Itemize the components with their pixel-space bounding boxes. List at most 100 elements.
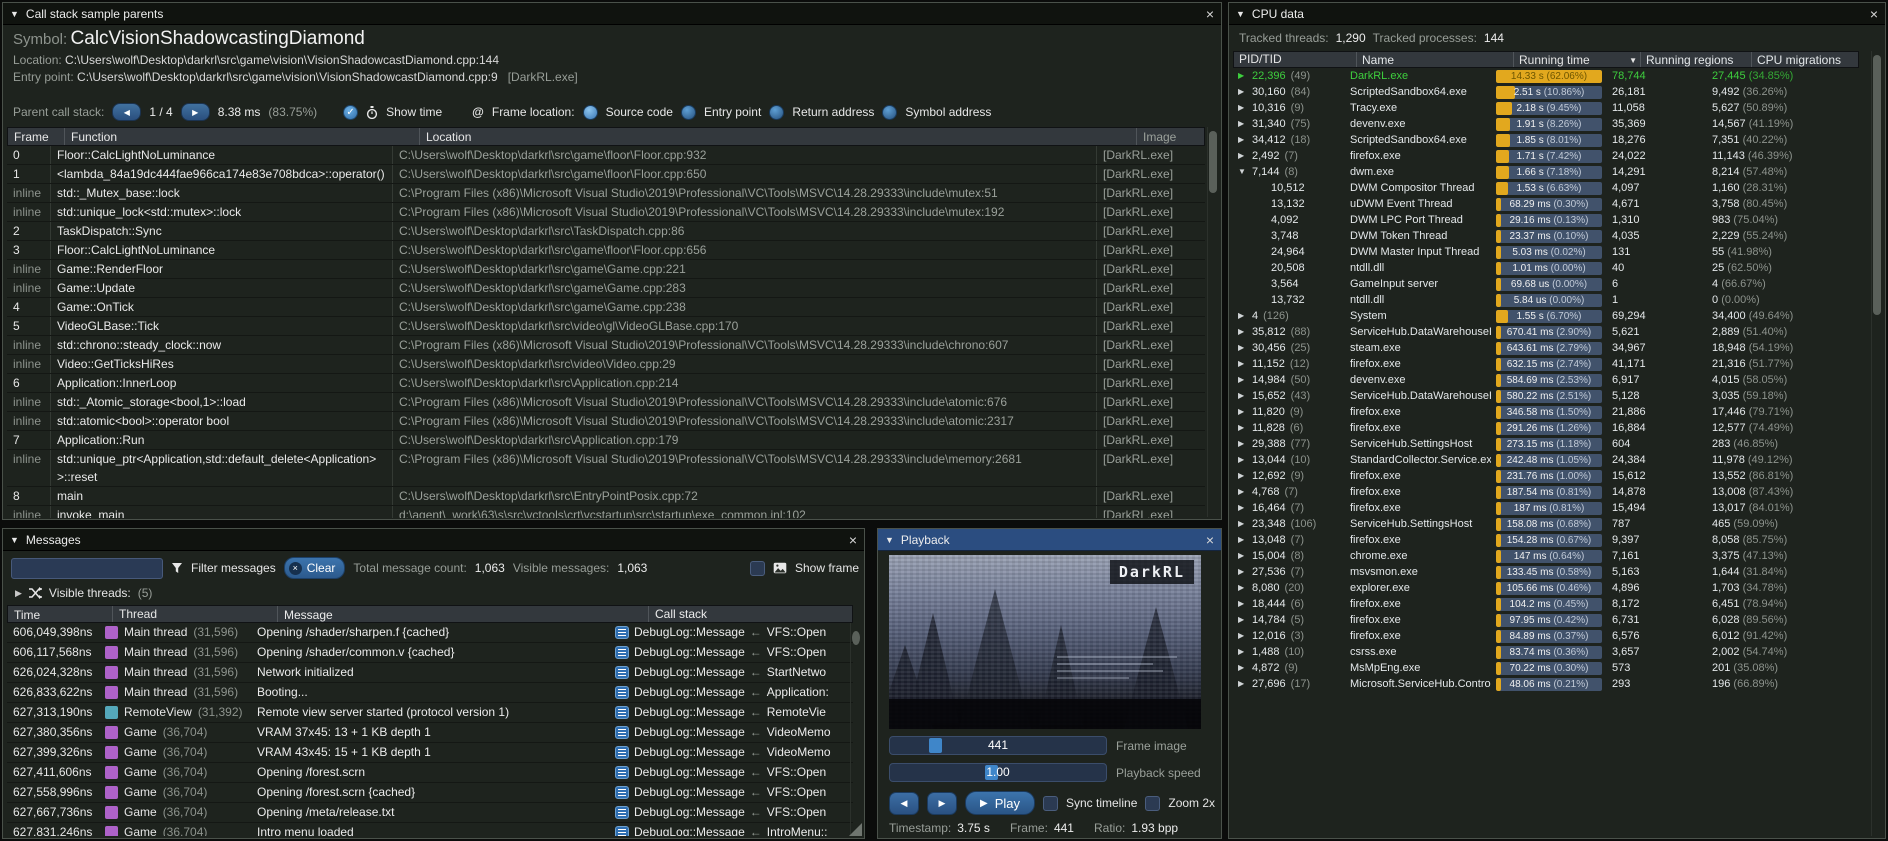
table-row[interactable]: 4Game::OnTickC:\Users\wolf\Desktop\darkr… [7, 298, 1205, 317]
callstack-scroll-thumb[interactable] [1209, 131, 1217, 193]
callstack-icon[interactable] [615, 626, 629, 639]
table-row[interactable]: 1<lambda_84a19dc444fae966ca174e83e708bdc… [7, 165, 1205, 184]
expand-icon[interactable]: ▶ [1238, 500, 1247, 516]
show-time-label[interactable]: Show time [386, 105, 442, 119]
process-row[interactable]: ▶8,080(20)explorer.exe105.66 ms (0.46%)4… [1233, 580, 1859, 596]
location-path[interactable]: C:\Users\wolf\Desktop\darkrl\src\game\vi… [65, 53, 499, 67]
zoom-2x-label[interactable]: Zoom 2x [1168, 796, 1215, 810]
callstack-icon[interactable] [615, 666, 629, 679]
expand-icon[interactable]: ▶ [1238, 660, 1247, 676]
process-row[interactable]: 10,512DWM Compositor Thread1.53 s (6.63%… [1233, 180, 1859, 196]
next-callstack-button[interactable]: ▶ [181, 103, 210, 121]
callstack-origin[interactable]: RemoteVie [767, 703, 826, 722]
callstack-entry[interactable]: DebugLog::Message [634, 703, 745, 722]
entry-point-path[interactable]: C:\Users\wolf\Desktop\darkrl\src\game\vi… [77, 70, 498, 84]
process-row[interactable]: ▶34,412(18)ScriptedSandbox64.exe1.85 s (… [1233, 132, 1859, 148]
collapse-icon[interactable]: ▼ [10, 9, 19, 19]
callstack-entry[interactable]: DebugLog::Message [634, 723, 745, 742]
speed-slider[interactable]: 1.00 [889, 763, 1107, 782]
process-row[interactable]: ▶35,812(88)ServiceHub.DataWarehouseHost.… [1233, 324, 1859, 340]
radio-return-address[interactable] [769, 105, 784, 120]
list-item[interactable]: 627,313,190nsRemoteView(31,392)Remote vi… [7, 703, 853, 723]
filter-input[interactable] [11, 558, 163, 579]
expand-icon[interactable]: ▶ [1238, 324, 1247, 340]
process-row[interactable]: ▶11,828(6)firefox.exe291.26 ms (1.26%)16… [1233, 420, 1859, 436]
expand-icon[interactable]: ▶ [1238, 100, 1247, 116]
process-row[interactable]: 24,964DWM Master Input Thread5.03 ms (0.… [1233, 244, 1859, 260]
expand-icon[interactable]: ▶ [1238, 564, 1247, 580]
callstack-icon[interactable] [615, 726, 629, 739]
list-item[interactable]: 627,831,246nsGame(36,704)Intro menu load… [7, 823, 853, 836]
expand-icon[interactable]: ▶ [1238, 436, 1247, 452]
show-time-checkbox[interactable]: ✓ [343, 105, 358, 120]
show-frame-checkbox[interactable] [750, 561, 765, 576]
sync-timeline-label[interactable]: Sync timeline [1066, 796, 1137, 810]
table-row[interactable]: 2TaskDispatch::SyncC:\Users\wolf\Desktop… [7, 222, 1205, 241]
callstack-origin[interactable]: Application: [767, 683, 829, 702]
callstack-origin[interactable]: VideoMemo [767, 743, 831, 762]
callstack-entry[interactable]: DebugLog::Message [634, 743, 745, 762]
callstack-entry[interactable]: DebugLog::Message [634, 783, 745, 802]
expand-icon[interactable]: ▶ [15, 588, 22, 599]
table-row[interactable]: inlineGame::UpdateC:\Users\wolf\Desktop\… [7, 279, 1205, 298]
expand-icon[interactable]: ▶ [1238, 628, 1247, 644]
callstack-scrollbar[interactable] [1207, 127, 1219, 517]
expand-icon[interactable]: ▶ [1238, 612, 1247, 628]
callstack-origin[interactable]: VFS::Open [767, 623, 826, 642]
process-row[interactable]: ▶30,160(84)ScriptedSandbox64.exe2.51 s (… [1233, 84, 1859, 100]
expand-icon[interactable]: ▶ [1238, 596, 1247, 612]
process-row[interactable]: ▶4,872(9)MsMpEng.exe70.22 ms (0.30%)5732… [1233, 660, 1859, 676]
process-row[interactable]: ▶10,316(9)Tracy.exe2.18 s (9.45%)11,0585… [1233, 100, 1859, 116]
callstack-origin[interactable]: VideoMemo [767, 723, 831, 742]
table-row[interactable]: inlinestd::atomic<bool>::operator boolC:… [7, 412, 1205, 431]
table-row[interactable]: inlinestd::_Mutex_base::lockC:\Program F… [7, 184, 1205, 203]
expand-icon[interactable]: ▶ [1238, 532, 1247, 548]
callstack-icon[interactable] [615, 646, 629, 659]
table-row[interactable]: 7Application::RunC:\Users\wolf\Desktop\d… [7, 431, 1205, 450]
close-icon[interactable]: × [849, 533, 857, 547]
table-row[interactable]: inlineinvoke_maind:\agent\_work\63\s\src… [7, 506, 1205, 518]
table-row[interactable]: inlineVideo::GetTicksHiResC:\Users\wolf\… [7, 355, 1205, 374]
process-row[interactable]: ▶23,348(106)ServiceHub.SettingsHost158.0… [1233, 516, 1859, 532]
process-row[interactable]: ▼7,144(8)dwm.exe1.66 s (7.18%)14,2918,21… [1233, 164, 1859, 180]
zoom-2x-checkbox[interactable] [1145, 796, 1160, 811]
radio-symbol-address[interactable] [882, 105, 897, 120]
table-row[interactable]: 6Application::InnerLoopC:\Users\wolf\Des… [7, 374, 1205, 393]
callstack-origin[interactable]: IntroMenu:: [767, 823, 828, 836]
callstack-origin[interactable]: VFS::Open [767, 643, 826, 662]
expand-icon[interactable]: ▶ [1238, 68, 1247, 84]
table-row[interactable]: 0Floor::CalcLightNoLuminanceC:\Users\wol… [7, 146, 1205, 165]
process-row[interactable]: ▶4(126)System1.55 s (6.70%)69,29434,400 … [1233, 308, 1859, 324]
expand-icon[interactable]: ▶ [1238, 420, 1247, 436]
frame-slider[interactable]: 441 [889, 736, 1107, 755]
process-row[interactable]: ▶11,152(12)firefox.exe632.15 ms (2.74%)4… [1233, 356, 1859, 372]
expand-icon[interactable]: ▶ [1238, 580, 1247, 596]
callstack-entry[interactable]: DebugLog::Message [634, 823, 745, 836]
resize-grip[interactable] [849, 823, 862, 836]
sync-timeline-checkbox[interactable] [1043, 796, 1058, 811]
radio-source-code-label[interactable]: Source code [606, 105, 673, 119]
process-row[interactable]: ▶15,004(8)chrome.exe147 ms (0.64%)7,1613… [1233, 548, 1859, 564]
list-item[interactable]: 627,399,326nsGame(36,704)VRAM 43x45: 15 … [7, 743, 853, 763]
process-row[interactable]: ▶30,456(25)steam.exe643.61 ms (2.79%)34,… [1233, 340, 1859, 356]
callstack-origin[interactable]: VFS::Open [767, 783, 826, 802]
table-row[interactable]: inlinestd::chrono::steady_clock::nowC:\P… [7, 336, 1205, 355]
process-row[interactable]: ▶11,820(9)firefox.exe346.58 ms (1.50%)21… [1233, 404, 1859, 420]
callstack-entry[interactable]: DebugLog::Message [634, 663, 745, 682]
cpu-scroll-thumb[interactable] [1873, 55, 1881, 315]
callstack-icon[interactable] [615, 826, 629, 836]
table-row[interactable]: inlinestd::unique_lock<std::mutex>::lock… [7, 203, 1205, 222]
radio-source-code[interactable] [583, 105, 598, 120]
process-row[interactable]: ▶4,768(7)firefox.exe187.54 ms (0.81%)14,… [1233, 484, 1859, 500]
callstack-icon[interactable] [615, 806, 629, 819]
list-item[interactable]: 627,380,356nsGame(36,704)VRAM 37x45: 13 … [7, 723, 853, 743]
process-row[interactable]: 3,748DWM Token Thread23.37 ms (0.10%)4,0… [1233, 228, 1859, 244]
close-icon[interactable]: × [1206, 533, 1214, 547]
process-row[interactable]: ▶16,464(7)firefox.exe187 ms (0.81%)15,49… [1233, 500, 1859, 516]
clear-button[interactable]: × Clear [284, 557, 346, 579]
table-row[interactable]: inlinestd::unique_ptr<Application,std::d… [7, 450, 1205, 487]
col-name[interactable]: Name [1357, 52, 1514, 67]
list-item[interactable]: 627,558,996nsGame(36,704)Opening /forest… [7, 783, 853, 803]
expand-icon[interactable]: ▶ [1238, 452, 1247, 468]
expand-icon[interactable]: ▶ [1238, 132, 1247, 148]
